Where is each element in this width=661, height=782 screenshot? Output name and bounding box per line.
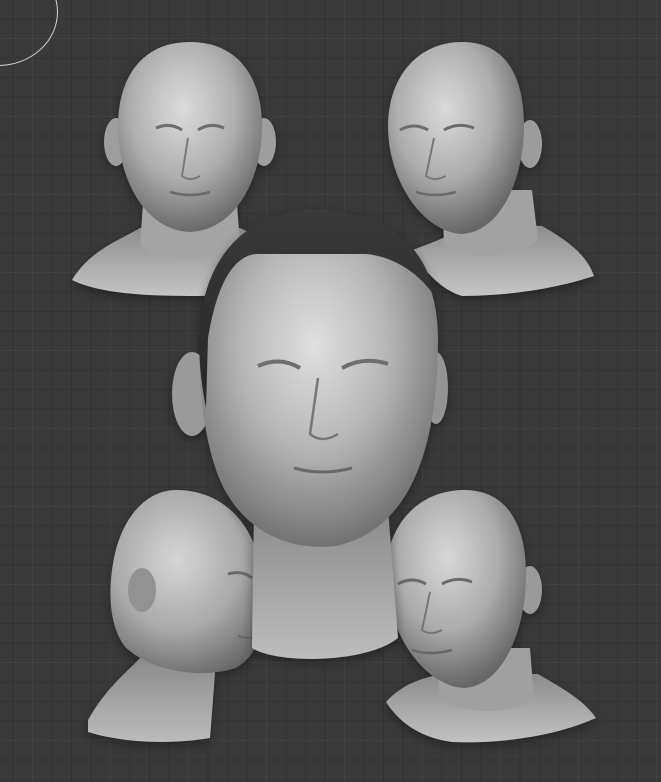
brush-cursor-ring <box>0 0 58 66</box>
bust-closeup-with-hair[interactable] <box>166 208 456 666</box>
head <box>388 42 524 234</box>
head <box>118 42 262 232</box>
sculpting-viewport[interactable] <box>0 0 661 782</box>
ear <box>128 568 156 612</box>
